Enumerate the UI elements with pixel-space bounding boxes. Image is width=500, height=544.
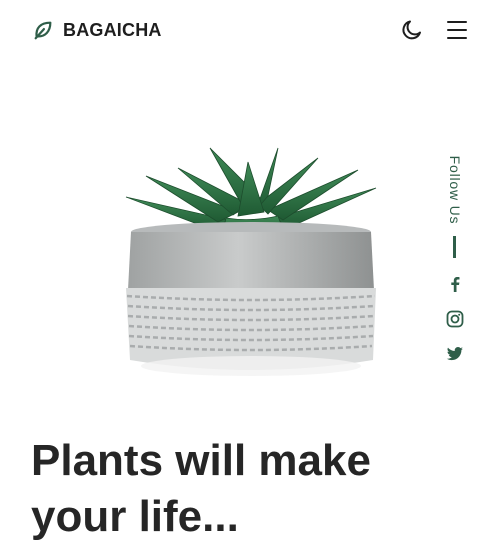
follow-us-text: Follow Us (447, 155, 463, 225)
hamburger-menu-icon[interactable] (446, 19, 468, 41)
social-sidebar: Follow Us (440, 150, 470, 370)
follow-us-label: Follow Us (440, 150, 470, 230)
facebook-icon[interactable] (446, 275, 464, 293)
follow-divider (453, 236, 456, 258)
twitter-icon[interactable] (446, 345, 464, 363)
site-header: BAGAICHA (0, 0, 500, 62)
hero-title-line-2: your life... (31, 492, 239, 541)
moon-icon[interactable] (400, 18, 424, 42)
brand-logo[interactable]: BAGAICHA (32, 19, 162, 41)
instagram-icon[interactable] (446, 310, 464, 328)
succulent-pot-image (125, 147, 377, 376)
brand-name: BAGAICHA (63, 19, 162, 40)
hero-title: Plants will make (31, 436, 371, 485)
leaf-icon (34, 21, 52, 40)
